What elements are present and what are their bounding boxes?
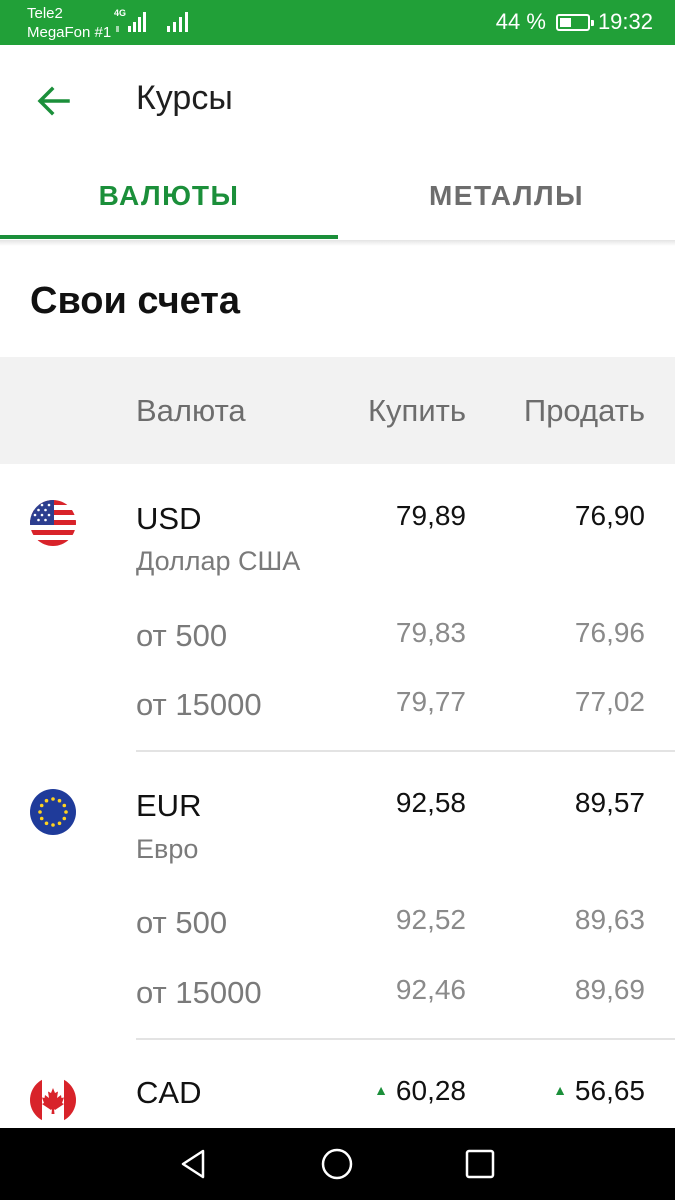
- nav-home-icon[interactable]: [319, 1146, 355, 1182]
- nav-recents-icon[interactable]: [462, 1146, 498, 1182]
- currency-name: Евро: [136, 834, 199, 864]
- trend-up-icon: ▲: [374, 1082, 388, 1098]
- currency-code: CAD: [136, 1075, 202, 1110]
- carrier-names: Tele2 MegaFon #1: [27, 4, 111, 42]
- us-flag-icon: [30, 500, 76, 546]
- page-title: Курсы: [136, 79, 233, 117]
- tab-bar: ВАЛЮТЫ МЕТАЛЛЫ: [0, 155, 675, 240]
- arrow-left-icon[interactable]: [34, 81, 74, 121]
- status-right: 44 % 19:32: [496, 9, 653, 35]
- table-header: Валюта Купить Продать: [0, 357, 675, 464]
- sell-rate-value: 56,65: [574, 1075, 645, 1106]
- currency-code: EUR: [136, 788, 202, 823]
- tier-label: от 500: [136, 618, 228, 653]
- buy-rate: ▲ 60,28: [374, 1075, 466, 1107]
- clock: 19:32: [597, 9, 653, 34]
- currency-name: Доллар США: [136, 546, 301, 576]
- tier-buy-rate: 92,46: [395, 974, 466, 1005]
- system-nav-bar: [0, 1128, 675, 1200]
- tab-indicator: [0, 235, 338, 239]
- header-sell: Продать: [523, 393, 645, 428]
- sell-rate: 76,90: [574, 500, 645, 531]
- tier-label: от 500: [136, 905, 228, 940]
- app-bar: Курсы: [0, 45, 675, 155]
- tab-currencies[interactable]: ВАЛЮТЫ: [0, 155, 338, 237]
- trend-up-icon: ▲: [553, 1082, 567, 1098]
- nav-back-icon[interactable]: [175, 1146, 211, 1182]
- buy-rate: 79,89: [395, 500, 466, 531]
- signal-icon-2: [167, 12, 188, 32]
- row-divider: [136, 750, 675, 752]
- battery-percent: 44 %: [495, 9, 546, 34]
- eu-flag-icon: [30, 789, 76, 835]
- buy-rate: 92,58: [395, 787, 466, 818]
- section-title: Свои счета: [30, 280, 241, 322]
- header-currency: Валюта: [136, 393, 246, 428]
- currency-code: USD: [136, 501, 202, 536]
- tier-sell-rate: 77,02: [574, 686, 645, 717]
- tier-buy-rate: 79,77: [395, 686, 466, 717]
- tier-buy-rate: 79,83: [395, 617, 466, 648]
- signal-icon: [116, 12, 146, 32]
- battery-level: [559, 17, 571, 27]
- header-buy: Купить: [367, 393, 466, 428]
- buy-rate-value: 60,28: [395, 1075, 466, 1106]
- ca-flag-icon: [30, 1077, 76, 1123]
- status-bar: Tele2 MegaFon #1 4G 44 % 19:32: [0, 0, 675, 45]
- sell-rate: 89,57: [574, 787, 645, 818]
- tier-buy-rate: 92,52: [395, 904, 466, 935]
- tier-sell-rate: 76,96: [574, 617, 645, 648]
- row-divider: [136, 1038, 675, 1040]
- tab-metals[interactable]: МЕТАЛЛЫ: [338, 155, 675, 237]
- tier-sell-rate: 89,69: [574, 974, 645, 1005]
- battery-icon: [555, 13, 594, 31]
- carrier-1: Tele2: [27, 5, 63, 22]
- sell-rate: ▲ 56,65: [553, 1075, 645, 1107]
- carrier-2: MegaFon #1: [27, 24, 112, 41]
- tier-label: от 15000: [136, 975, 262, 1010]
- tab-shadow: [0, 240, 675, 246]
- tier-sell-rate: 89,63: [574, 904, 645, 935]
- tier-label: от 15000: [136, 687, 262, 722]
